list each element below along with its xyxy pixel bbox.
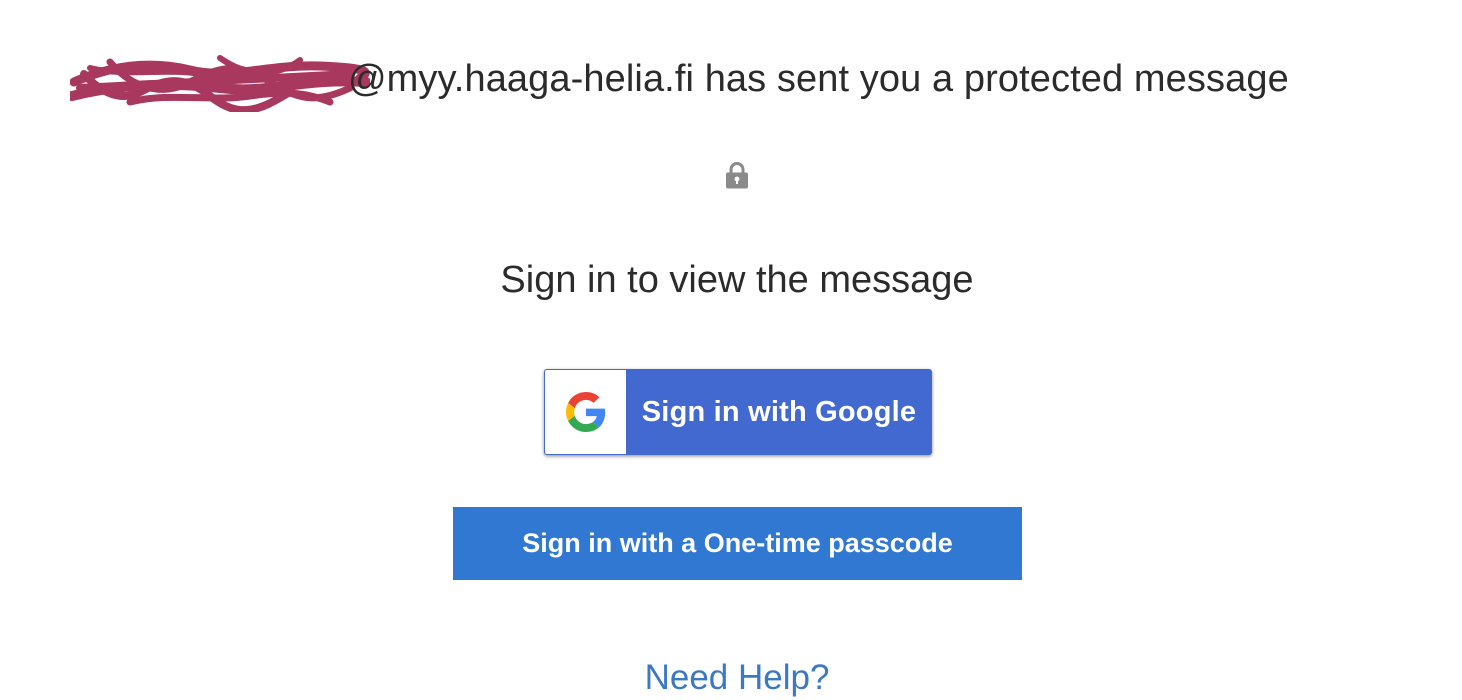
sign-in-with-passcode-button[interactable]: Sign in with a One-time passcode	[453, 507, 1022, 580]
sign-in-prompt: Sign in to view the message	[500, 259, 974, 301]
lock-icon	[722, 160, 752, 190]
need-help-link[interactable]: Need Help?	[0, 656, 1462, 700]
google-icon-container	[545, 370, 626, 454]
message-header: @myy.haaga-helia.fi has sent you a prote…	[70, 52, 1390, 112]
google-g-icon	[566, 392, 606, 432]
sign-in-with-google-label: Sign in with Google	[641, 396, 917, 428]
header-message-text: @myy.haaga-helia.fi has sent you a prote…	[348, 58, 1289, 100]
sign-in-with-google-button[interactable]: Sign in with Google	[544, 369, 932, 455]
redacted-sender-name	[70, 52, 370, 112]
